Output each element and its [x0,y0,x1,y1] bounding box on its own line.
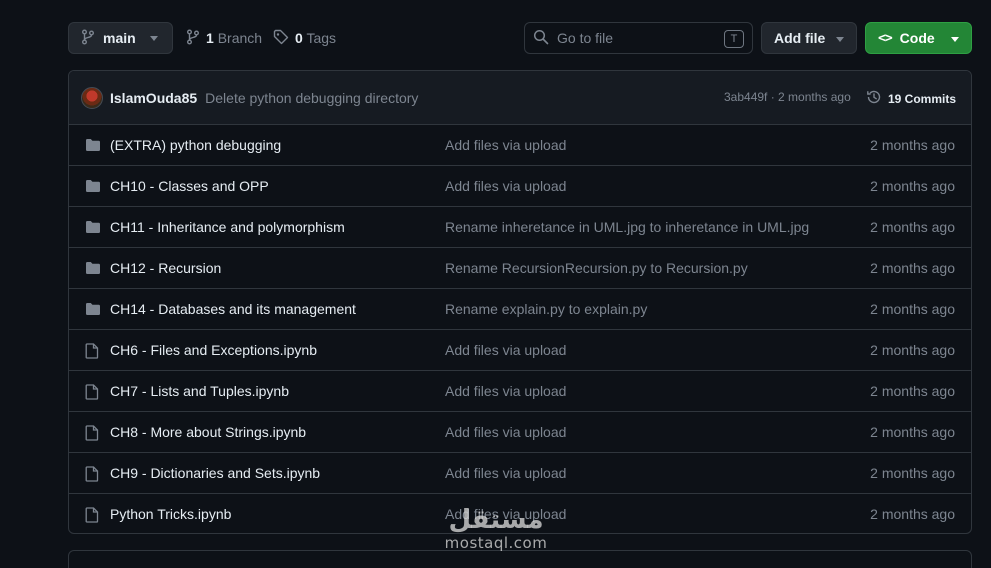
folder-icon [85,179,101,196]
file-commit-message-link[interactable]: Add files via upload [445,383,566,399]
latest-commit-bar: IslamOuda85 Delete python debugging dire… [69,71,971,125]
file-commit-date: 2 months ago [870,219,955,235]
file-commit-date: 2 months ago [870,137,955,153]
file-commit-date: 2 months ago [870,424,955,440]
file-name-link[interactable]: CH9 - Dictionaries and Sets.ipynb [110,465,320,481]
git-branch-icon [186,29,200,48]
tags-link[interactable]: 0 Tags [273,22,336,54]
commits-history-link[interactable]: 19 Commits [866,89,956,108]
file-commit-message-link[interactable]: Rename explain.py to explain.py [445,301,647,317]
code-icon: <> [878,30,893,46]
file-name-link[interactable]: CH7 - Lists and Tuples.ipynb [110,383,289,399]
folder-icon [85,220,101,237]
folder-icon [85,302,101,319]
file-icon [85,343,99,362]
file-row: Python Tricks.ipynb Add files via upload 2… [69,494,971,533]
file-name-link[interactable]: CH10 - Classes and OPP [110,178,269,194]
repo-toolbar: main 1 Branch 0 Tags Go to file T Add fi… [68,22,972,54]
file-name-link[interactable]: CH12 - Recursion [110,260,221,276]
file-commit-message-link[interactable]: Add files via upload [445,424,566,440]
branch-label: Branch [217,30,263,46]
file-name-link[interactable]: CH14 - Databases and its management [110,301,356,317]
file-name-link[interactable]: Python Tricks.ipynb [110,506,231,522]
file-commit-date: 2 months ago [870,383,955,399]
branch-selector-button[interactable]: main [68,22,173,54]
chevron-down-icon [150,36,158,41]
file-name-link[interactable]: CH11 - Inheritance and polymorphism [110,219,345,235]
tag-count: 0 [295,30,303,46]
file-commit-message-link[interactable]: Add files via upload [445,137,566,153]
file-icon [85,507,99,526]
commit-hash-and-time[interactable]: 3ab449f · 2 months ago [724,90,851,104]
commit-author[interactable]: IslamOuda85 [110,90,197,106]
commit-message[interactable]: Delete python debugging directory [205,90,418,106]
file-row: (EXTRA) python debugging Add files via up… [69,125,971,166]
go-to-file-placeholder: Go to file [557,30,614,46]
keyboard-shortcut-hint: T [724,30,744,48]
file-rows: (EXTRA) python debugging Add files via up… [69,125,971,533]
file-row: CH11 - Inheritance and polymorphism Renam… [69,207,971,248]
avatar[interactable] [81,86,103,109]
tag-icon [273,29,289,48]
file-row: CH10 - Classes and OPP Add files via uplo… [69,166,971,207]
branch-name: main [103,30,136,46]
file-commit-message-link[interactable]: Add files via upload [445,465,566,481]
file-commit-message-link[interactable]: Rename inheretance in UML.jpg to inheret… [445,219,809,235]
search-icon [533,29,549,48]
readme-box [68,550,972,568]
file-commit-date: 2 months ago [870,260,955,276]
file-commit-message-link[interactable]: Rename RecursionRecursion.py to Recursio… [445,260,748,276]
commits-count: 19 Commits [888,91,957,106]
file-row: CH9 - Dictionaries and Sets.ipynb Add fil… [69,453,971,494]
folder-icon [85,138,101,155]
file-icon [85,425,99,444]
file-name-link[interactable]: (EXTRA) python debugging [110,137,281,153]
file-icon [85,384,99,403]
go-to-file-input[interactable]: Go to file T [524,22,753,54]
file-name-link[interactable]: CH6 - Files and Exceptions.ipynb [110,342,317,358]
file-commit-date: 2 months ago [870,506,955,522]
code-button[interactable]: <> Code [865,22,972,54]
file-listing: IslamOuda85 Delete python debugging dire… [68,70,972,534]
file-commit-message-link[interactable]: Add files via upload [445,178,566,194]
history-icon [866,89,882,108]
file-row: CH14 - Databases and its management Renam… [69,289,971,330]
file-row: CH6 - Files and Exceptions.ipynb Add file… [69,330,971,371]
file-commit-date: 2 months ago [870,465,955,481]
file-commit-date: 2 months ago [870,178,955,194]
add-file-button[interactable]: Add file [761,22,857,54]
file-name-link[interactable]: CH8 - More about Strings.ipynb [110,424,306,440]
file-row: CH12 - Recursion Rename RecursionRecursio… [69,248,971,289]
file-commit-date: 2 months ago [870,342,955,358]
file-row: CH7 - Lists and Tuples.ipynb Add files vi… [69,371,971,412]
folder-icon [85,261,101,278]
add-file-label: Add file [774,30,826,46]
file-commit-message-link[interactable]: Add files via upload [445,506,566,522]
file-commit-date: 2 months ago [870,301,955,317]
tag-label: Tags [306,30,337,46]
file-commit-message-link[interactable]: Add files via upload [445,342,566,358]
file-icon [85,466,99,485]
chevron-down-icon [836,37,844,42]
branches-link[interactable]: 1 Branch [186,22,262,54]
chevron-down-icon [951,37,959,42]
file-row: CH8 - More about Strings.ipynb Add files … [69,412,971,453]
branch-count: 1 [206,30,214,46]
git-branch-icon [81,29,95,48]
code-button-label: Code [899,30,935,46]
